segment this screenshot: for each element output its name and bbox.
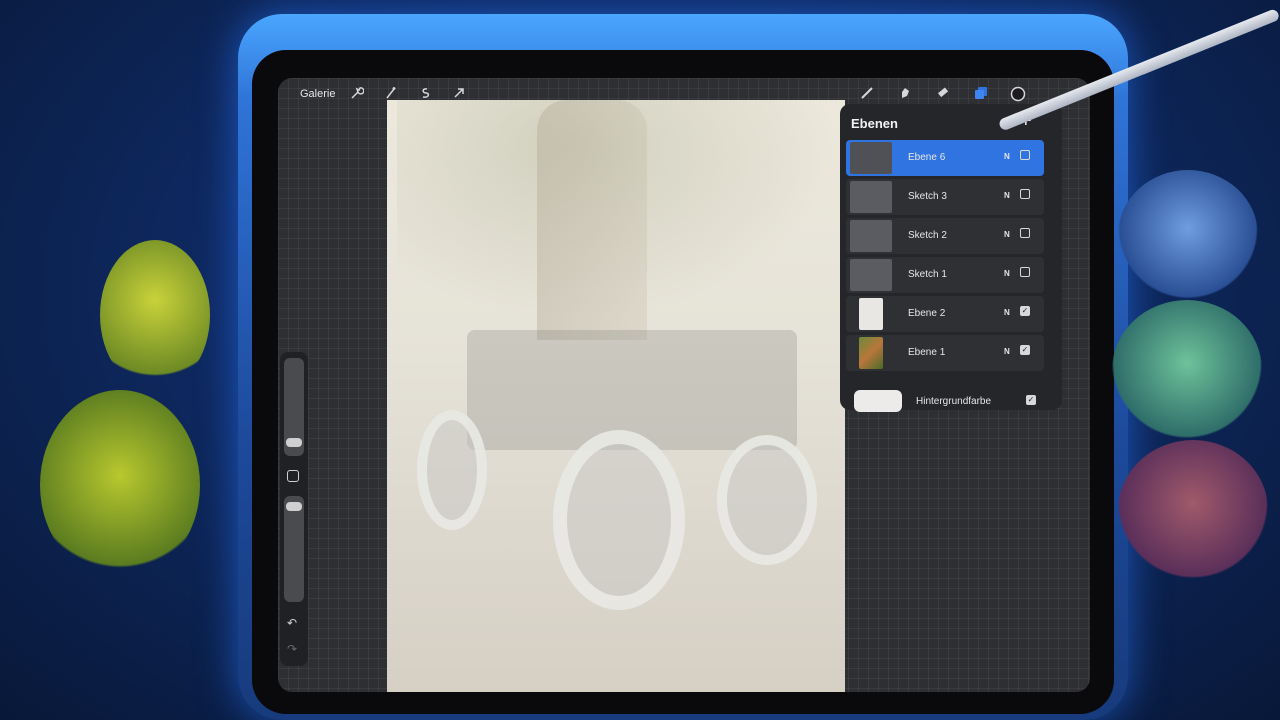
layer-visibility-checkbox[interactable]: ✓ <box>1020 306 1030 316</box>
brush-size-slider[interactable] <box>284 358 304 456</box>
eraser-icon[interactable] <box>936 86 950 100</box>
layer-name: Sketch 1 <box>908 269 947 280</box>
layers-panel: Ebenen + Ebene 6 N Sketch 3 N Sketch 2 N… <box>840 104 1062 412</box>
undo-icon[interactable]: ↶ <box>287 616 297 630</box>
blend-mode-button[interactable]: N <box>1004 230 1010 239</box>
layer-name: Sketch 2 <box>908 230 947 241</box>
pikachu-figure-left-top <box>100 240 210 390</box>
opacity-slider[interactable] <box>284 496 304 602</box>
redo-icon[interactable]: ↷ <box>287 642 297 656</box>
transform-arrow-icon[interactable] <box>452 86 466 100</box>
blend-mode-button[interactable]: N <box>1004 191 1010 200</box>
layers-icon[interactable] <box>974 86 988 100</box>
background-visibility-checkbox[interactable]: ✓ <box>1026 395 1036 405</box>
layer-visibility-checkbox[interactable]: ✓ <box>1020 345 1030 355</box>
layers-panel-title: Ebenen <box>851 116 898 131</box>
layer-name: Ebene 6 <box>908 152 946 163</box>
blend-mode-button[interactable]: N <box>1004 308 1010 317</box>
layer-name: Ebene 1 <box>908 347 946 358</box>
bulbasaur-figure-right <box>1112 300 1262 440</box>
layer-visibility-checkbox[interactable] <box>1020 267 1030 277</box>
layer-thumbnail <box>850 220 892 252</box>
tree-trunk <box>537 100 647 340</box>
gallery-button[interactable]: Galerie <box>300 88 335 100</box>
layer-name: Ebene 2 <box>908 308 946 319</box>
brush-size-handle[interactable] <box>286 438 302 447</box>
layer-row[interactable]: Ebene 6 N <box>846 140 1044 176</box>
magic-wand-icon[interactable] <box>384 86 398 100</box>
layer-thumbnail <box>850 259 892 291</box>
blend-mode-button[interactable]: N <box>1004 269 1010 278</box>
layer-thumbnail <box>850 142 892 174</box>
pikachu-figure-left-bottom <box>40 390 200 580</box>
artwork-canvas[interactable] <box>387 100 845 692</box>
layer-row[interactable]: Sketch 3 N <box>846 179 1044 215</box>
layer-row[interactable]: Ebene 2 N ✓ <box>846 296 1044 332</box>
smudge-icon[interactable] <box>898 86 912 100</box>
color-picker-icon[interactable] <box>1010 86 1026 102</box>
selection-icon[interactable] <box>418 86 432 100</box>
opacity-handle[interactable] <box>286 502 302 511</box>
brush-icon[interactable] <box>860 86 874 100</box>
layer-visibility-checkbox[interactable] <box>1020 228 1030 238</box>
tractor-rear-wheel <box>417 410 487 530</box>
layer-visibility-checkbox[interactable] <box>1020 150 1030 160</box>
modify-button-icon[interactable] <box>287 470 299 482</box>
charmander-figure-right <box>1118 440 1268 580</box>
layer-name: Sketch 3 <box>908 191 947 202</box>
blend-mode-button[interactable]: N <box>1004 347 1010 356</box>
layer-row[interactable]: Sketch 1 N <box>846 257 1044 293</box>
layer-row[interactable]: Ebene 1 N ✓ <box>846 335 1044 371</box>
procreate-screen: Galerie ↶ ↷ Ebenen Ebene 6 N Sketch 3 N … <box>278 78 1090 692</box>
layer-visibility-checkbox[interactable] <box>1020 189 1030 199</box>
layer-thumbnail <box>859 298 883 330</box>
blend-mode-button[interactable]: N <box>1004 152 1010 161</box>
squirtle-figure-right <box>1118 170 1258 300</box>
wrench-icon[interactable] <box>350 86 365 100</box>
layer-thumbnail <box>850 181 892 213</box>
left-sidebar: ↶ ↷ <box>280 352 308 666</box>
layer-row[interactable]: Sketch 2 N <box>846 218 1044 254</box>
background-color-swatch[interactable] <box>854 390 902 412</box>
background-color-row[interactable]: Hintergrundfarbe ✓ <box>854 388 1054 414</box>
layer-thumbnail <box>859 337 883 369</box>
background-color-label: Hintergrundfarbe <box>916 396 992 407</box>
tractor-front-wheel <box>553 430 685 610</box>
tractor-right-wheel <box>717 435 817 565</box>
